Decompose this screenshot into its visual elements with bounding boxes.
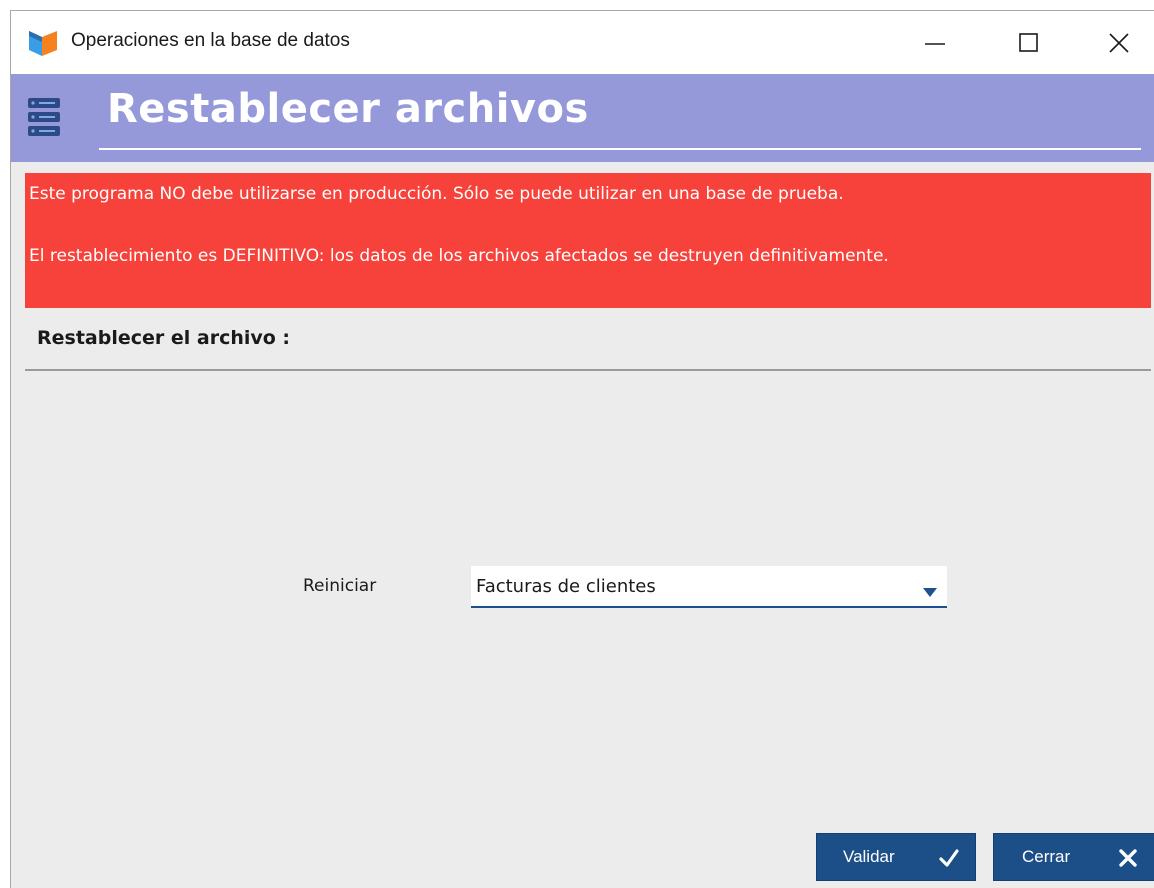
minimize-button[interactable]	[917, 25, 953, 61]
maximize-icon	[1019, 33, 1038, 52]
close-button-label: Cerrar	[1022, 847, 1071, 866]
validate-button[interactable]: Validar	[816, 833, 976, 881]
dropdown-selected-value: Facturas de clientes	[476, 576, 656, 597]
alert-line-definitive: El restablecimiento es DEFINITIVO: los d…	[29, 246, 889, 266]
section-title: Restablecer el archivo :	[37, 327, 291, 349]
reiniciar-label: Reiniciar	[303, 576, 377, 596]
title-underline	[99, 148, 1141, 150]
validate-button-label: Validar	[843, 847, 895, 866]
section-divider	[25, 369, 1151, 371]
title-bar[interactable]: Operaciones en la base de datos	[11, 11, 1154, 74]
dialog-window: Operaciones en la base de datos Restable…	[10, 10, 1154, 888]
close-button[interactable]: Cerrar	[993, 833, 1154, 881]
alert-line-production: Este programa NO debe utilizarse en prod…	[29, 184, 844, 204]
close-icon	[1118, 848, 1138, 868]
maximize-button[interactable]	[1011, 25, 1047, 61]
header-band: Restablecer archivos	[11, 74, 1154, 162]
warning-alert: Este programa NO debe utilizarse en prod…	[25, 173, 1151, 308]
close-icon	[1109, 33, 1129, 53]
database-icon	[27, 96, 61, 140]
app-logo-icon	[27, 28, 59, 58]
check-icon	[939, 848, 959, 868]
window-title: Operaciones en la base de datos	[71, 30, 350, 51]
page-title: Restablecer archivos	[107, 86, 589, 132]
window-close-button[interactable]	[1101, 25, 1137, 61]
minimize-icon	[925, 43, 945, 45]
caret-down-icon[interactable]	[923, 582, 937, 597]
file-select-dropdown[interactable]: Facturas de clientes	[471, 566, 947, 608]
